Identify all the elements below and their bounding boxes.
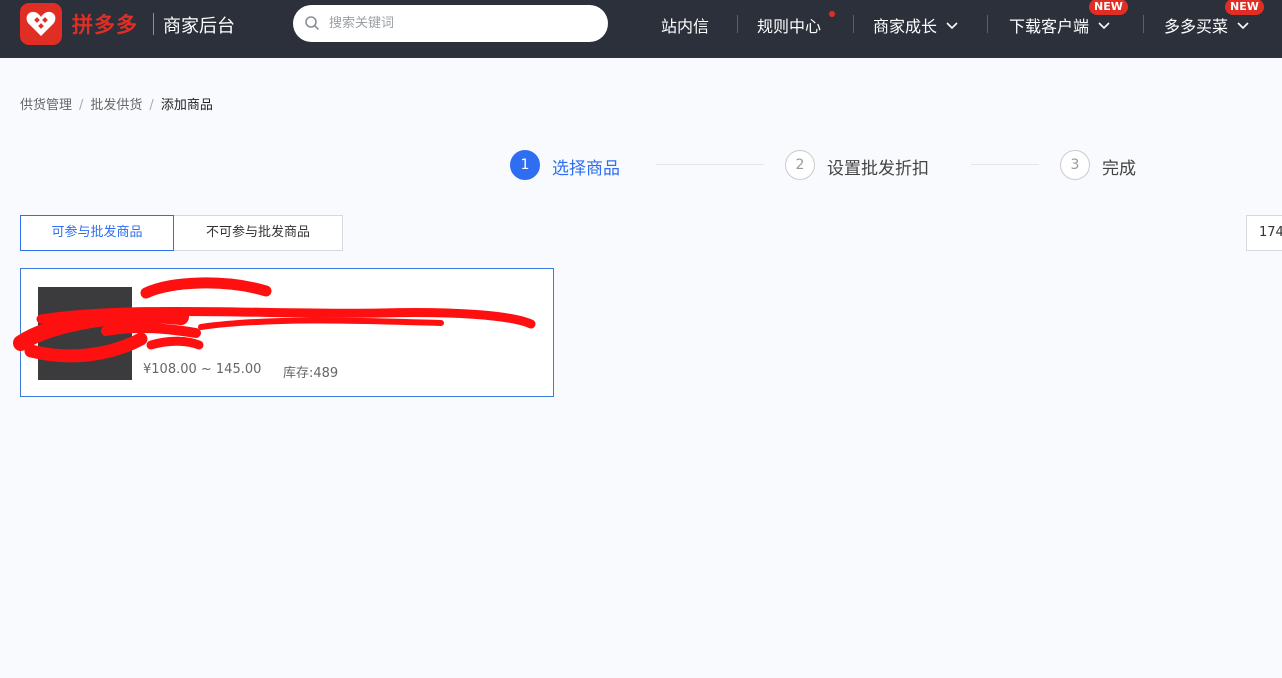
search-box[interactable]	[293, 5, 608, 42]
pinduoduo-logo-icon[interactable]	[20, 3, 62, 45]
new-badge: NEW	[1089, 0, 1128, 15]
tab-ineligible-products[interactable]: 不可参与批发商品	[173, 215, 343, 251]
chevron-down-icon	[946, 22, 958, 30]
product-thumbnail	[38, 287, 132, 380]
product-stock: 库存:489	[283, 366, 339, 381]
step-connector	[971, 164, 1039, 165]
breadcrumb-separator: /	[149, 98, 154, 113]
logo-divider	[153, 13, 154, 35]
breadcrumb: 供货管理 / 批发供货 / 添加商品	[20, 94, 213, 113]
step-label: 选择商品	[552, 159, 620, 179]
logo-text[interactable]: 拼多多	[72, 9, 138, 39]
chevron-down-icon	[1098, 22, 1110, 30]
nav-divider	[1143, 15, 1144, 33]
step-label: 设置批发折扣	[827, 159, 929, 179]
step-connector	[656, 164, 764, 165]
product-price-range: ¥108.00 ~ 145.00	[143, 362, 262, 377]
step-number: 2	[785, 150, 815, 180]
chevron-down-icon	[1237, 22, 1249, 30]
product-count: 174	[1246, 215, 1282, 251]
nav-merchant-growth[interactable]: 商家成长	[873, 13, 958, 36]
product-title	[145, 313, 540, 329]
search-icon[interactable]	[304, 15, 320, 31]
breadcrumb-separator: /	[79, 98, 84, 113]
nav-messages-label: 站内信	[661, 17, 710, 36]
product-card[interactable]: ¥108.00 ~ 145.00 库存:489	[13, 268, 554, 397]
breadcrumb-supply-management[interactable]: 供货管理	[20, 98, 72, 113]
nav-download-client-label: 下载客户端	[1009, 17, 1090, 36]
nav-duoduo-maicai-label: 多多买菜	[1164, 17, 1229, 36]
search-input[interactable]	[329, 12, 589, 34]
nav-duoduo-maicai[interactable]: 多多买菜	[1164, 13, 1249, 36]
logo-subtitle: 商家后台	[163, 16, 235, 37]
nav-divider	[737, 15, 738, 33]
nav-messages[interactable]: 站内信	[661, 13, 710, 36]
nav-divider	[987, 15, 988, 33]
nav-download-client[interactable]: 下载客户端	[1009, 13, 1110, 36]
step-number: 3	[1060, 150, 1090, 180]
step-number: 1	[510, 150, 540, 180]
breadcrumb-current: 添加商品	[160, 98, 213, 113]
step-label: 完成	[1102, 159, 1136, 179]
nav-divider	[853, 15, 854, 33]
tab-eligible-products[interactable]: 可参与批发商品	[20, 215, 174, 251]
breadcrumb-wholesale-supply[interactable]: 批发供货	[90, 98, 142, 113]
notification-dot	[829, 11, 835, 17]
nav-merchant-growth-label: 商家成长	[873, 17, 938, 36]
nav-rule-center[interactable]: 规则中心	[757, 13, 822, 36]
top-bar: 拼多多 商家后台 站内信 规则中心 商家成长 下载客户端 NEW 多多买菜	[0, 0, 1282, 58]
new-badge: NEW	[1225, 0, 1264, 15]
nav-rule-center-label: 规则中心	[757, 17, 822, 36]
